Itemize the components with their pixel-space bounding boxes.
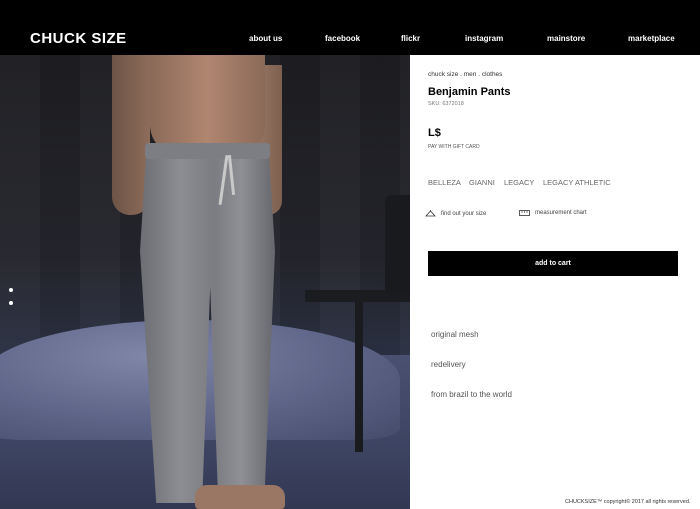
product-details-panel [410, 55, 700, 509]
product-title: Benjamin Pants [428, 86, 511, 98]
product-price: L$ [428, 127, 441, 139]
background-table-leg [355, 302, 363, 452]
nav-mainstore[interactable]: mainstore [547, 34, 585, 43]
feature-original-mesh[interactable]: original mesh [431, 330, 479, 339]
variant-legacy-athletic[interactable]: LEGACY ATHLETIC [543, 178, 611, 187]
variant-gianni[interactable]: GIANNI [469, 178, 495, 187]
footer-copyright: CHUCKSIZE™ copyright© 2017 all rights re… [565, 499, 691, 505]
gift-card-link[interactable]: PAY WITH GIFT CARD [428, 144, 480, 150]
nav-facebook[interactable]: facebook [325, 34, 360, 43]
variant-belleza[interactable]: BELLEZA [428, 178, 461, 187]
measurement-chart-label: measurement chart [535, 210, 587, 216]
product-sku: SKU: 6372018 [428, 101, 464, 107]
hanger-icon [425, 210, 436, 217]
nav-flickr[interactable]: flickr [401, 34, 420, 43]
model-feet [195, 485, 285, 509]
find-size-link[interactable]: find out your size [425, 210, 486, 218]
ruler-icon [519, 210, 530, 216]
product-hero-image [0, 55, 410, 509]
breadcrumb[interactable]: chuck size . men . clothes [428, 71, 502, 78]
find-size-label: find out your size [441, 211, 487, 217]
measurement-chart-link[interactable]: measurement chart [519, 210, 587, 216]
background-chair [385, 195, 410, 295]
nav-marketplace[interactable]: marketplace [628, 34, 675, 43]
nav-instagram[interactable]: instagram [465, 34, 503, 43]
model-torso [150, 55, 265, 155]
add-to-cart-button[interactable]: add to cart [428, 251, 678, 276]
variant-legacy[interactable]: LEGACY [504, 178, 534, 187]
nav-about-us[interactable]: about us [249, 34, 282, 43]
logo[interactable]: CHUCK SIZE [30, 30, 127, 47]
pants-waistband [145, 143, 270, 159]
feature-brazil[interactable]: from brazil to the world [431, 390, 512, 399]
slide-dot-1[interactable] [9, 288, 13, 292]
feature-redelivery[interactable]: redelivery [431, 360, 466, 369]
slide-dot-2[interactable] [9, 301, 13, 305]
